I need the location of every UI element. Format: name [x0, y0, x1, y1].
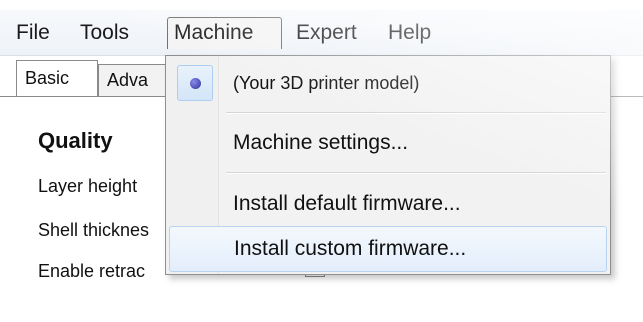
- menu-machine[interactable]: Machine: [167, 17, 282, 49]
- menu-separator: [226, 112, 606, 114]
- menu-tools[interactable]: Tools: [74, 17, 135, 49]
- machine-menu-dropdown: (Your 3D printer model) Machine settings…: [165, 55, 611, 275]
- tab-basic[interactable]: Basic: [16, 60, 98, 96]
- radio-dot-icon: [190, 78, 201, 89]
- menu-item-printer-model[interactable]: (Your 3D printer model): [169, 60, 607, 106]
- setting-label-shell-thickness: Shell thicknes: [38, 220, 150, 240]
- menu-item-machine-settings[interactable]: Machine settings...: [169, 120, 607, 166]
- menu-item-label: (Your 3D printer model): [233, 73, 420, 93]
- setting-label-layer-height: Layer height: [38, 176, 138, 196]
- menu-bar: File Tools Machine Expert Help: [0, 10, 643, 56]
- menu-expert[interactable]: Expert: [290, 17, 363, 49]
- section-title-quality: Quality: [38, 128, 113, 153]
- menu-help[interactable]: Help: [382, 17, 437, 49]
- menu-item-label: Install default firmware...: [233, 192, 461, 215]
- menu-file[interactable]: File: [10, 17, 56, 49]
- menu-item-install-default-firmware[interactable]: Install default firmware...: [169, 181, 607, 227]
- menu-item-install-custom-firmware[interactable]: Install custom firmware...: [169, 226, 607, 272]
- setting-label-enable-retraction: Enable retrac: [38, 261, 146, 281]
- radio-selected-icon: [177, 65, 213, 101]
- menu-item-label: Install custom firmware...: [234, 237, 467, 260]
- app-window: File Tools Machine Expert Help Basic Adv…: [0, 0, 643, 322]
- menu-separator: [226, 172, 606, 174]
- menu-item-label: Machine settings...: [233, 131, 409, 154]
